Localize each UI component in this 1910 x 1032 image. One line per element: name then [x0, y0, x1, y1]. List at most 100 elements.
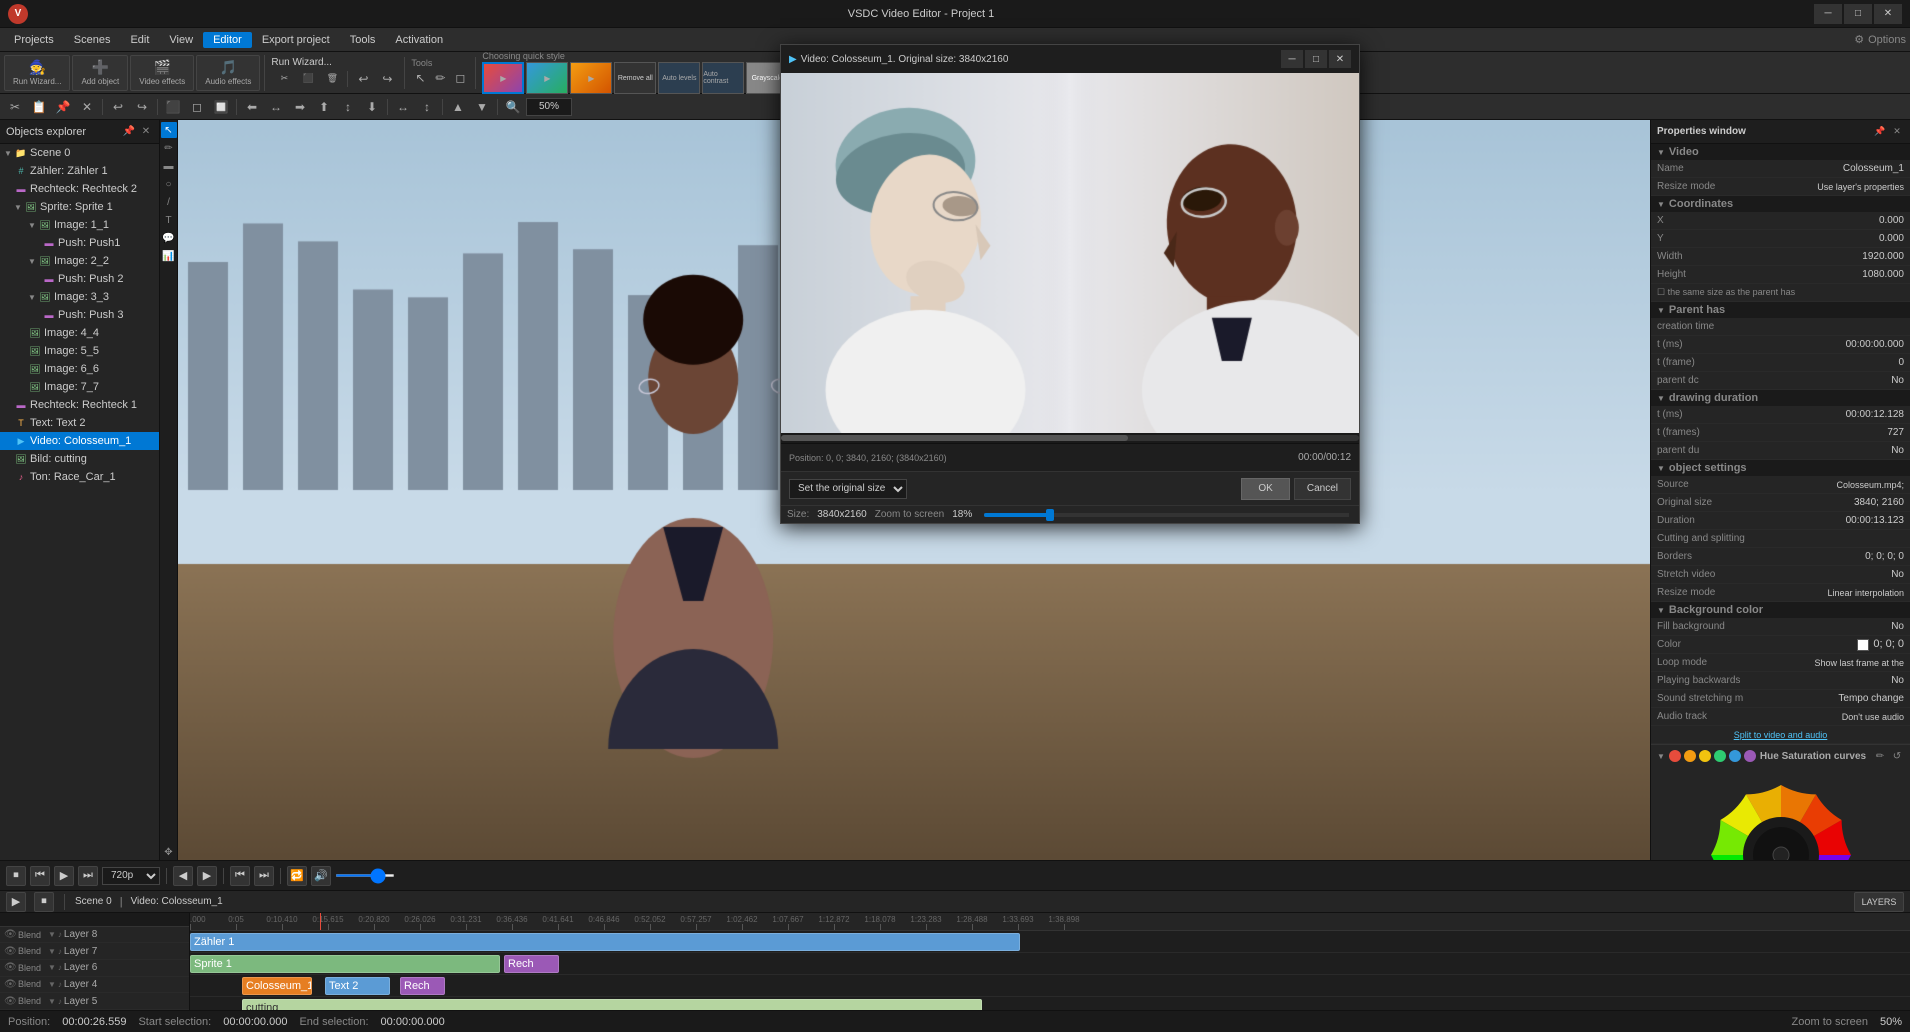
- zoom-slider-thumb[interactable]: [1046, 509, 1054, 521]
- vol-btn[interactable]: 🔊: [311, 866, 331, 886]
- props-creation-section[interactable]: ▼ Parent has: [1651, 302, 1910, 318]
- tb2-undo[interactable]: ↩: [107, 97, 129, 117]
- tb2-zoom[interactable]: 🔍: [502, 97, 524, 117]
- delete-btn[interactable]: 🗑: [321, 69, 343, 89]
- zoom-input[interactable]: [526, 98, 572, 116]
- tree-bild-cutting[interactable]: 🖼 Bild: cutting: [0, 450, 159, 468]
- tree-rechteck1[interactable]: ▬ Rechteck: Rechteck 1: [0, 396, 159, 414]
- hue-reset-btn[interactable]: ↺: [1890, 749, 1904, 763]
- text-tool-btn[interactable]: T: [161, 212, 177, 228]
- undo-btn[interactable]: ↩: [352, 69, 374, 89]
- quick-style-1[interactable]: ▶: [482, 62, 524, 94]
- close-button[interactable]: ✕: [1874, 4, 1902, 24]
- tree-push2[interactable]: ▬ Push: Push 2: [0, 270, 159, 288]
- clip-rech-6[interactable]: Rech: [400, 977, 445, 995]
- quick-style-contrast[interactable]: Auto contrast: [702, 62, 744, 94]
- frame-fwd-btn[interactable]: ▶: [197, 866, 217, 886]
- line-tool-btn[interactable]: /: [161, 194, 177, 210]
- fast-forward-btn[interactable]: ⏭: [78, 866, 98, 886]
- video-modal-titlebar[interactable]: ▶ Video: Colosseum_1. Original size: 384…: [781, 45, 1359, 73]
- color-dot-yellow[interactable]: [1699, 750, 1711, 762]
- menu-scenes[interactable]: Scenes: [64, 32, 121, 48]
- tb2-cut[interactable]: ✂: [4, 97, 26, 117]
- menu-projects[interactable]: Projects: [4, 32, 64, 48]
- tb2-bring-front[interactable]: ▲: [447, 97, 469, 117]
- tb2-align-top[interactable]: ⬆: [313, 97, 335, 117]
- menu-edit[interactable]: Edit: [120, 32, 159, 48]
- tl-stop-btn[interactable]: ⏹: [34, 892, 54, 912]
- panel-pin-icon[interactable]: 📌: [122, 125, 136, 139]
- props-bg-section[interactable]: ▼ Background color: [1651, 602, 1910, 618]
- add-object-button[interactable]: ➕ Add object: [72, 55, 128, 91]
- pen-tool-btn[interactable]: ✏: [161, 140, 177, 156]
- tb2-align-middle[interactable]: ↕: [337, 97, 359, 117]
- rect-tool-btn[interactable]: ▬: [161, 158, 177, 174]
- tb2-align-left[interactable]: ⬅: [241, 97, 263, 117]
- eye-icon-4[interactable]: 👁: [4, 979, 16, 990]
- frame-back-btn[interactable]: ◀: [173, 866, 193, 886]
- redo-btn[interactable]: ↪: [376, 69, 398, 89]
- tree-zahler1[interactable]: # Zähler: Zähler 1: [0, 162, 159, 180]
- video-effects-button[interactable]: 🎬 Video effects: [130, 55, 194, 91]
- color-dot-orange[interactable]: [1684, 750, 1696, 762]
- chart-tool-btn[interactable]: 📊: [161, 248, 177, 264]
- pointer-tool-btn[interactable]: ↖: [161, 122, 177, 138]
- modal-cancel-btn[interactable]: Cancel: [1294, 478, 1351, 500]
- tree-image22[interactable]: ▼ 🖼 Image: 2_2: [0, 252, 159, 270]
- tree-video-colosseum[interactable]: ▶ Video: Colosseum_1: [0, 432, 159, 450]
- cut-btn[interactable]: ✂: [273, 69, 295, 89]
- quick-style-3[interactable]: ▶: [570, 62, 612, 94]
- tb2-delete[interactable]: ✕: [76, 97, 98, 117]
- clip-text2[interactable]: Text 2: [325, 977, 390, 995]
- tree-push1[interactable]: ▬ Push: Push1: [0, 234, 159, 252]
- tb2-align-right[interactable]: ➡: [289, 97, 311, 117]
- loop-btn[interactable]: 🔁: [287, 866, 307, 886]
- props-drawing-section[interactable]: ▼ drawing duration: [1651, 390, 1910, 406]
- clip-sprite1[interactable]: Sprite 1: [190, 955, 500, 973]
- quick-style-auto-levels[interactable]: Auto levels: [658, 62, 700, 94]
- props-video-section[interactable]: ▼ Video: [1651, 144, 1910, 160]
- tb2-paste[interactable]: 📌: [52, 97, 74, 117]
- clip-colosseum[interactable]: Colosseum_1: [242, 977, 312, 995]
- menu-tools[interactable]: Tools: [340, 32, 386, 48]
- eye-icon-7[interactable]: 👁: [4, 946, 16, 957]
- modal-ok-btn[interactable]: OK: [1241, 478, 1289, 500]
- play-btn[interactable]: ▶: [54, 866, 74, 886]
- modal-minimize-btn[interactable]: ─: [1281, 50, 1303, 68]
- hue-pencil-btn[interactable]: ✏: [1873, 749, 1887, 763]
- volume-slider[interactable]: [335, 874, 395, 877]
- menu-export[interactable]: Export project: [252, 32, 340, 48]
- tree-image55[interactable]: 🖼 Image: 5_5: [0, 342, 159, 360]
- speech-tool-btn[interactable]: 💬: [161, 230, 177, 246]
- tb2-deselect[interactable]: ◻: [186, 97, 208, 117]
- quality-select[interactable]: 720p 1080p 480p: [102, 867, 160, 885]
- props-pin-btn[interactable]: 📌: [1873, 125, 1887, 139]
- quick-style-remove[interactable]: Remove all: [614, 62, 656, 94]
- ellipse-tool-btn[interactable]: ○: [161, 176, 177, 192]
- tb2-send-back[interactable]: ▼: [471, 97, 493, 117]
- eye-icon-8[interactable]: 👁: [4, 929, 16, 940]
- modal-size-select[interactable]: Set the original size Fit to window: [789, 479, 907, 499]
- tb2-align-center[interactable]: ↔: [265, 97, 287, 117]
- split-btn[interactable]: ⬛: [297, 69, 319, 89]
- tree-scene0[interactable]: ▼ 📁 Scene 0: [0, 144, 159, 162]
- run-wizard-button[interactable]: 🧙 Run Wizard...: [4, 55, 70, 91]
- tb2-flip-h[interactable]: ↔: [392, 97, 414, 117]
- skip-start-btn[interactable]: ⏮: [230, 866, 250, 886]
- tree-image11[interactable]: ▼ 🖼 Image: 1_1: [0, 216, 159, 234]
- menu-activation[interactable]: Activation: [385, 32, 453, 48]
- quick-style-2[interactable]: ▶: [526, 62, 568, 94]
- color-dot-blue[interactable]: [1729, 750, 1741, 762]
- menu-editor[interactable]: Editor: [203, 32, 252, 48]
- modal-scroll-thumb[interactable]: [781, 435, 1128, 441]
- tb2-flip-v[interactable]: ↕: [416, 97, 438, 117]
- pen-tool[interactable]: ✏: [431, 69, 449, 87]
- color-dot-green[interactable]: [1714, 750, 1726, 762]
- modal-maximize-btn[interactable]: □: [1305, 50, 1327, 68]
- tb2-group[interactable]: 🔲: [210, 97, 232, 117]
- tree-image33[interactable]: ▼ 🖼 Image: 3_3: [0, 288, 159, 306]
- tree-text2[interactable]: T Text: Text 2: [0, 414, 159, 432]
- tree-image66[interactable]: 🖼 Image: 6_6: [0, 360, 159, 378]
- shape-tool[interactable]: ◻: [451, 69, 469, 87]
- tb2-select-all[interactable]: ⬛: [162, 97, 184, 117]
